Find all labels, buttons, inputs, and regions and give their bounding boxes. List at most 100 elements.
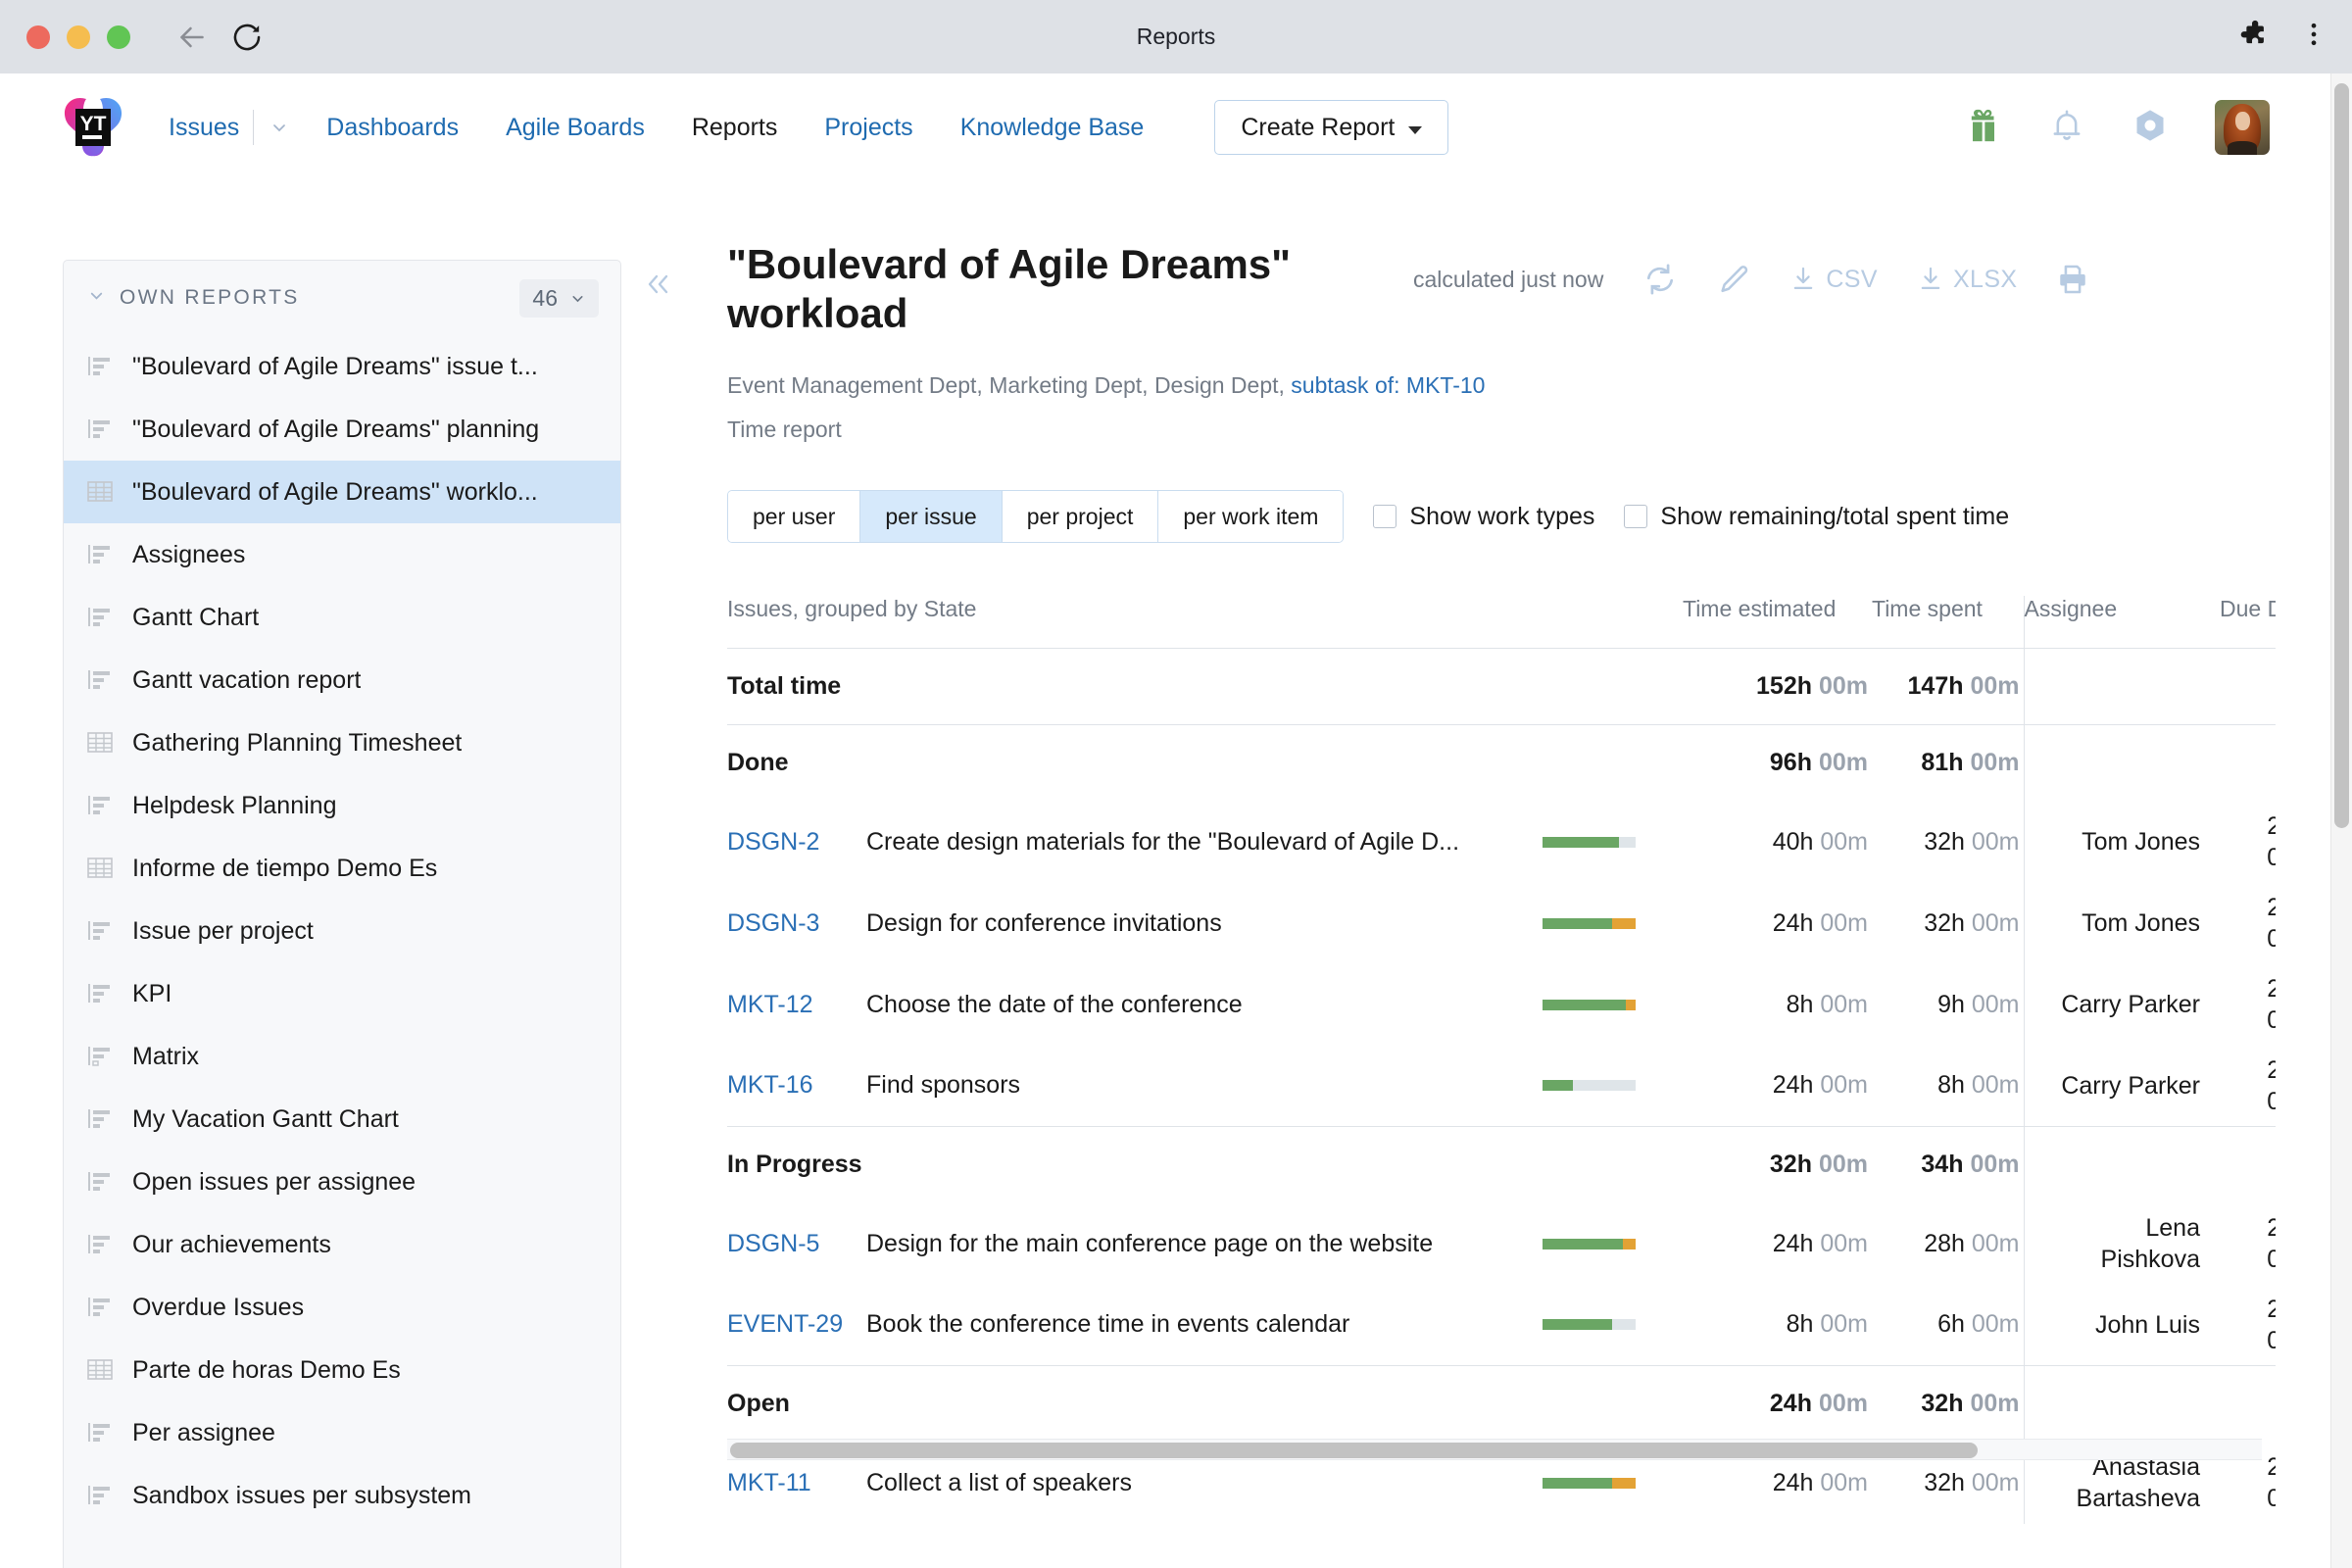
nav-item-knowledge-base[interactable]: Knowledge Base <box>937 114 1168 142</box>
table-report-icon <box>87 1357 113 1383</box>
show-remaining-total-spent-checkbox[interactable]: Show remaining/total spent time <box>1624 503 2009 531</box>
table-row[interactable]: EVENT-29 Book the conference time in even… <box>727 1284 2276 1366</box>
assignee-name: Tom Jones <box>2082 828 2200 856</box>
group-header-row[interactable]: In Progress 32h 00m 34h 00m <box>727 1126 2276 1203</box>
issue-id-cell: MKT-16 <box>727 1046 866 1127</box>
table-header: Issues, grouped by State Time estimated … <box>727 596 2276 649</box>
sidebar-item[interactable]: Helpdesk Planning <box>64 774 620 837</box>
sidebar-item[interactable]: My Vacation Gantt Chart <box>64 1088 620 1151</box>
tab-per-work-item[interactable]: per work item <box>1158 491 1344 542</box>
sidebar-item[interactable]: Sandbox issues per subsystem <box>64 1464 620 1527</box>
gift-icon[interactable] <box>1964 106 2003 150</box>
print-icon[interactable] <box>2056 263 2089 296</box>
column-header-time-spent[interactable]: Time spent <box>1872 596 2024 649</box>
user-avatar[interactable] <box>2215 100 2270 155</box>
table-row[interactable]: DSGN-3 Design for conference invitations 2… <box>727 882 2276 964</box>
issue-id-link[interactable]: DSGN-3 <box>727 909 819 937</box>
sidebar-item[interactable]: Our achievements <box>64 1213 620 1276</box>
sidebar-item-label: Sandbox issues per subsystem <box>132 1481 472 1509</box>
column-header-issues[interactable]: Issues, grouped by State <box>727 596 1683 649</box>
sidebar-item[interactable]: Overdue Issues <box>64 1276 620 1339</box>
page-scrollbar[interactable] <box>2330 74 2352 1568</box>
issue-id-link[interactable]: MKT-12 <box>727 991 813 1018</box>
group-time-estimated: 32h 00m <box>1683 1126 1872 1203</box>
youtrack-logo-icon[interactable]: YT <box>59 93 127 162</box>
tab-per-user[interactable]: per user <box>728 491 861 542</box>
sidebar-item-label: Helpdesk Planning <box>132 791 337 819</box>
nav-item-dashboards[interactable]: Dashboards <box>303 114 482 142</box>
row-time-estimated-hours: 40h <box>1772 827 1814 856</box>
group-time-spent: 34h 00m <box>1872 1126 2024 1203</box>
issue-id-link[interactable]: DSGN-5 <box>727 1230 819 1257</box>
sidebar-item[interactable]: Open issues per assignee <box>64 1151 620 1213</box>
report-scope-link[interactable]: subtask of: MKT-10 <box>1291 372 1485 398</box>
browser-toolbar: Reports <box>0 0 2352 74</box>
issues-dropdown-caret[interactable] <box>253 110 303 145</box>
refresh-icon[interactable] <box>1642 262 1678 297</box>
issue-id-link[interactable]: MKT-16 <box>727 1071 813 1099</box>
assignee-cell: Carry Parker <box>2023 1045 2220 1127</box>
bell-icon[interactable] <box>2048 107 2085 149</box>
table-row[interactable]: MKT-16 Find sponsors 24h 00m 8h 00m Carry Pa… <box>727 1045 2276 1127</box>
group-time-estimated-hours: 24h <box>1769 1390 1812 1418</box>
download-csv-icon[interactable]: CSV <box>1789 265 1878 294</box>
sidebar-item[interactable]: Gathering Planning Timesheet <box>64 711 620 774</box>
sidebar-item[interactable]: Informe de tiempo Demo Es <box>64 837 620 900</box>
settings-gear-icon[interactable] <box>2131 106 2170 150</box>
create-report-button[interactable]: Create Report <box>1214 100 1449 155</box>
tab-per-project[interactable]: per project <box>1002 491 1159 542</box>
kebab-menu-icon[interactable] <box>2299 20 2328 54</box>
table-row[interactable]: MKT-12 Choose the date of the conference 8… <box>727 963 2276 1046</box>
table-row[interactable]: DSGN-5 Design for the main conference pag… <box>727 1202 2276 1285</box>
sidebar-item[interactable]: Gantt Chart <box>64 586 620 649</box>
reports-sidebar: OWN REPORTS 46 "Boulevard of Agile Dream… <box>63 260 621 1568</box>
sidebar-item[interactable]: KPI <box>64 962 620 1025</box>
page-scrollbar-thumb[interactable] <box>2334 83 2349 828</box>
sidebar-item[interactable]: Issue per project <box>64 900 620 962</box>
total-assignee-cell <box>2023 648 2220 725</box>
column-header-assignee[interactable]: Assignee <box>2023 596 2220 649</box>
nav-item-issues[interactable]: Issues <box>169 114 253 142</box>
download-xlsx-icon[interactable]: XLSX <box>1917 265 2018 294</box>
tab-per-issue[interactable]: per issue <box>860 491 1003 542</box>
chevron-down-icon[interactable] <box>87 286 106 311</box>
show-work-types-checkbox[interactable]: Show work types <box>1373 503 1594 531</box>
sidebar-item[interactable]: Gantt vacation report <box>64 649 620 711</box>
own-reports-section-header[interactable]: OWN REPORTS 46 <box>64 261 620 335</box>
issue-id-link[interactable]: EVENT-29 <box>727 1310 843 1338</box>
sidebar-item[interactable]: "Boulevard of Agile Dreams" issue t... <box>64 335 620 398</box>
row-time-spent-hours: 8h <box>1937 1071 1965 1100</box>
nav-item-projects[interactable]: Projects <box>801 114 936 142</box>
group-header-row[interactable]: Done 96h 00m 81h 00m <box>727 724 2276 802</box>
due-date-cell: 2008 <box>2220 1046 2276 1127</box>
row-time-spent-hours: 32h <box>1924 827 1965 856</box>
checkbox-box[interactable] <box>1624 505 1648 528</box>
bar-report-icon <box>87 1420 113 1446</box>
report-list: "Boulevard of Agile Dreams" issue t... "B… <box>64 335 620 1527</box>
column-header-time-estimated[interactable]: Time estimated <box>1683 596 1872 649</box>
sidebar-item[interactable]: Per assignee <box>64 1401 620 1464</box>
sidebar-item[interactable]: "Boulevard of Agile Dreams" planning <box>64 398 620 461</box>
nav-item-reports[interactable]: Reports <box>668 114 802 142</box>
double-chevron-left-icon[interactable] <box>637 263 680 306</box>
bar-report-icon <box>87 793 113 818</box>
sidebar-item[interactable]: Matrix <box>64 1025 620 1088</box>
issue-id-link[interactable]: MKT-11 <box>727 1469 811 1496</box>
issue-id-link[interactable]: DSGN-2 <box>727 828 819 856</box>
assignee-name: Lena Pishkova <box>2100 1214 2200 1273</box>
table-horizontal-scrollbar[interactable] <box>727 1439 2262 1460</box>
sidebar-item[interactable]: Assignees <box>64 523 620 586</box>
sidebar-item[interactable]: "Boulevard of Agile Dreams" worklo... <box>64 461 620 523</box>
column-header-due-date[interactable]: Due D <box>2220 596 2276 649</box>
sidebar-item[interactable]: Parte de horas Demo Es <box>64 1339 620 1401</box>
table-horizontal-scrollbar-thumb[interactable] <box>730 1443 1978 1458</box>
nav-item-agile-boards[interactable]: Agile Boards <box>482 114 668 142</box>
issue-id-cell: EVENT-29 <box>727 1285 866 1366</box>
matrix-report-icon <box>87 1044 113 1069</box>
checkbox-box[interactable] <box>1373 505 1397 528</box>
group-header-row[interactable]: Open 24h 00m 32h 00m <box>727 1365 2276 1443</box>
puzzle-piece-icon[interactable] <box>2236 18 2270 56</box>
edit-pencil-icon[interactable] <box>1717 263 1750 296</box>
table-row[interactable]: DSGN-2 Create design materials for the "B… <box>727 801 2276 883</box>
own-reports-count-badge[interactable]: 46 <box>519 278 599 318</box>
